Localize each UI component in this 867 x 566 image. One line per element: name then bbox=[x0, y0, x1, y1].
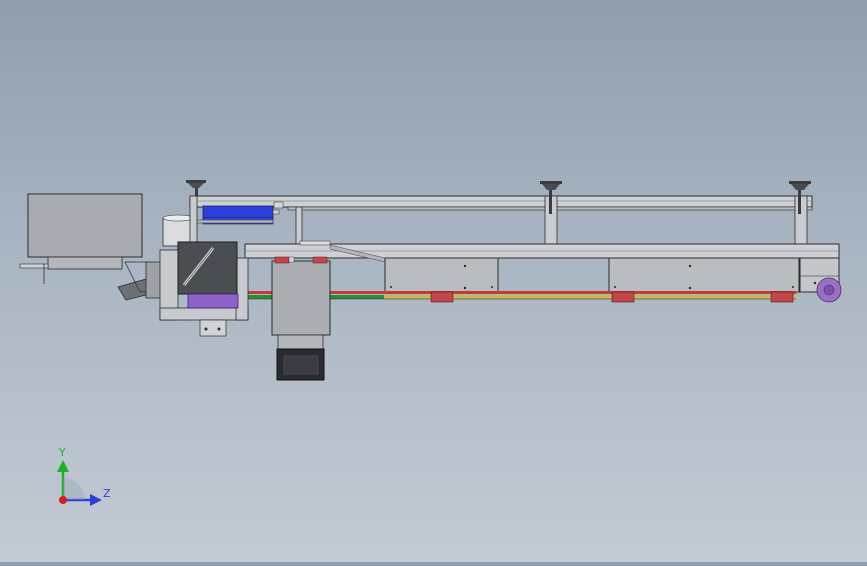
z-axis-arrow bbox=[90, 494, 102, 506]
purple-wheel bbox=[816, 277, 842, 303]
leveling-foot-1 bbox=[186, 180, 206, 196]
feeder-chute bbox=[117, 261, 165, 301]
sealing-head bbox=[177, 241, 238, 295]
upper-frame bbox=[189, 195, 813, 251]
red-clamp-1 bbox=[430, 291, 454, 303]
cad-viewport[interactable]: Y Z bbox=[0, 0, 867, 562]
red-clamp-3 bbox=[770, 291, 794, 303]
y-axis-arrow bbox=[57, 460, 69, 472]
cover-panel-2 bbox=[608, 257, 800, 293]
z-axis-label: Z bbox=[103, 487, 111, 500]
coordinate-triad: Y Z bbox=[57, 446, 111, 506]
assembly-drawing: Y Z bbox=[19, 180, 842, 506]
purple-block bbox=[187, 293, 239, 309]
red-clamp-2 bbox=[611, 291, 635, 303]
hopper-box bbox=[19, 193, 143, 284]
vertical-seal-unit bbox=[271, 256, 331, 336]
film-roll bbox=[162, 214, 194, 247]
y-axis-label: Y bbox=[58, 446, 66, 459]
motor-unit bbox=[276, 334, 325, 381]
triad-origin bbox=[59, 496, 67, 504]
cover-panel-1 bbox=[384, 257, 499, 293]
